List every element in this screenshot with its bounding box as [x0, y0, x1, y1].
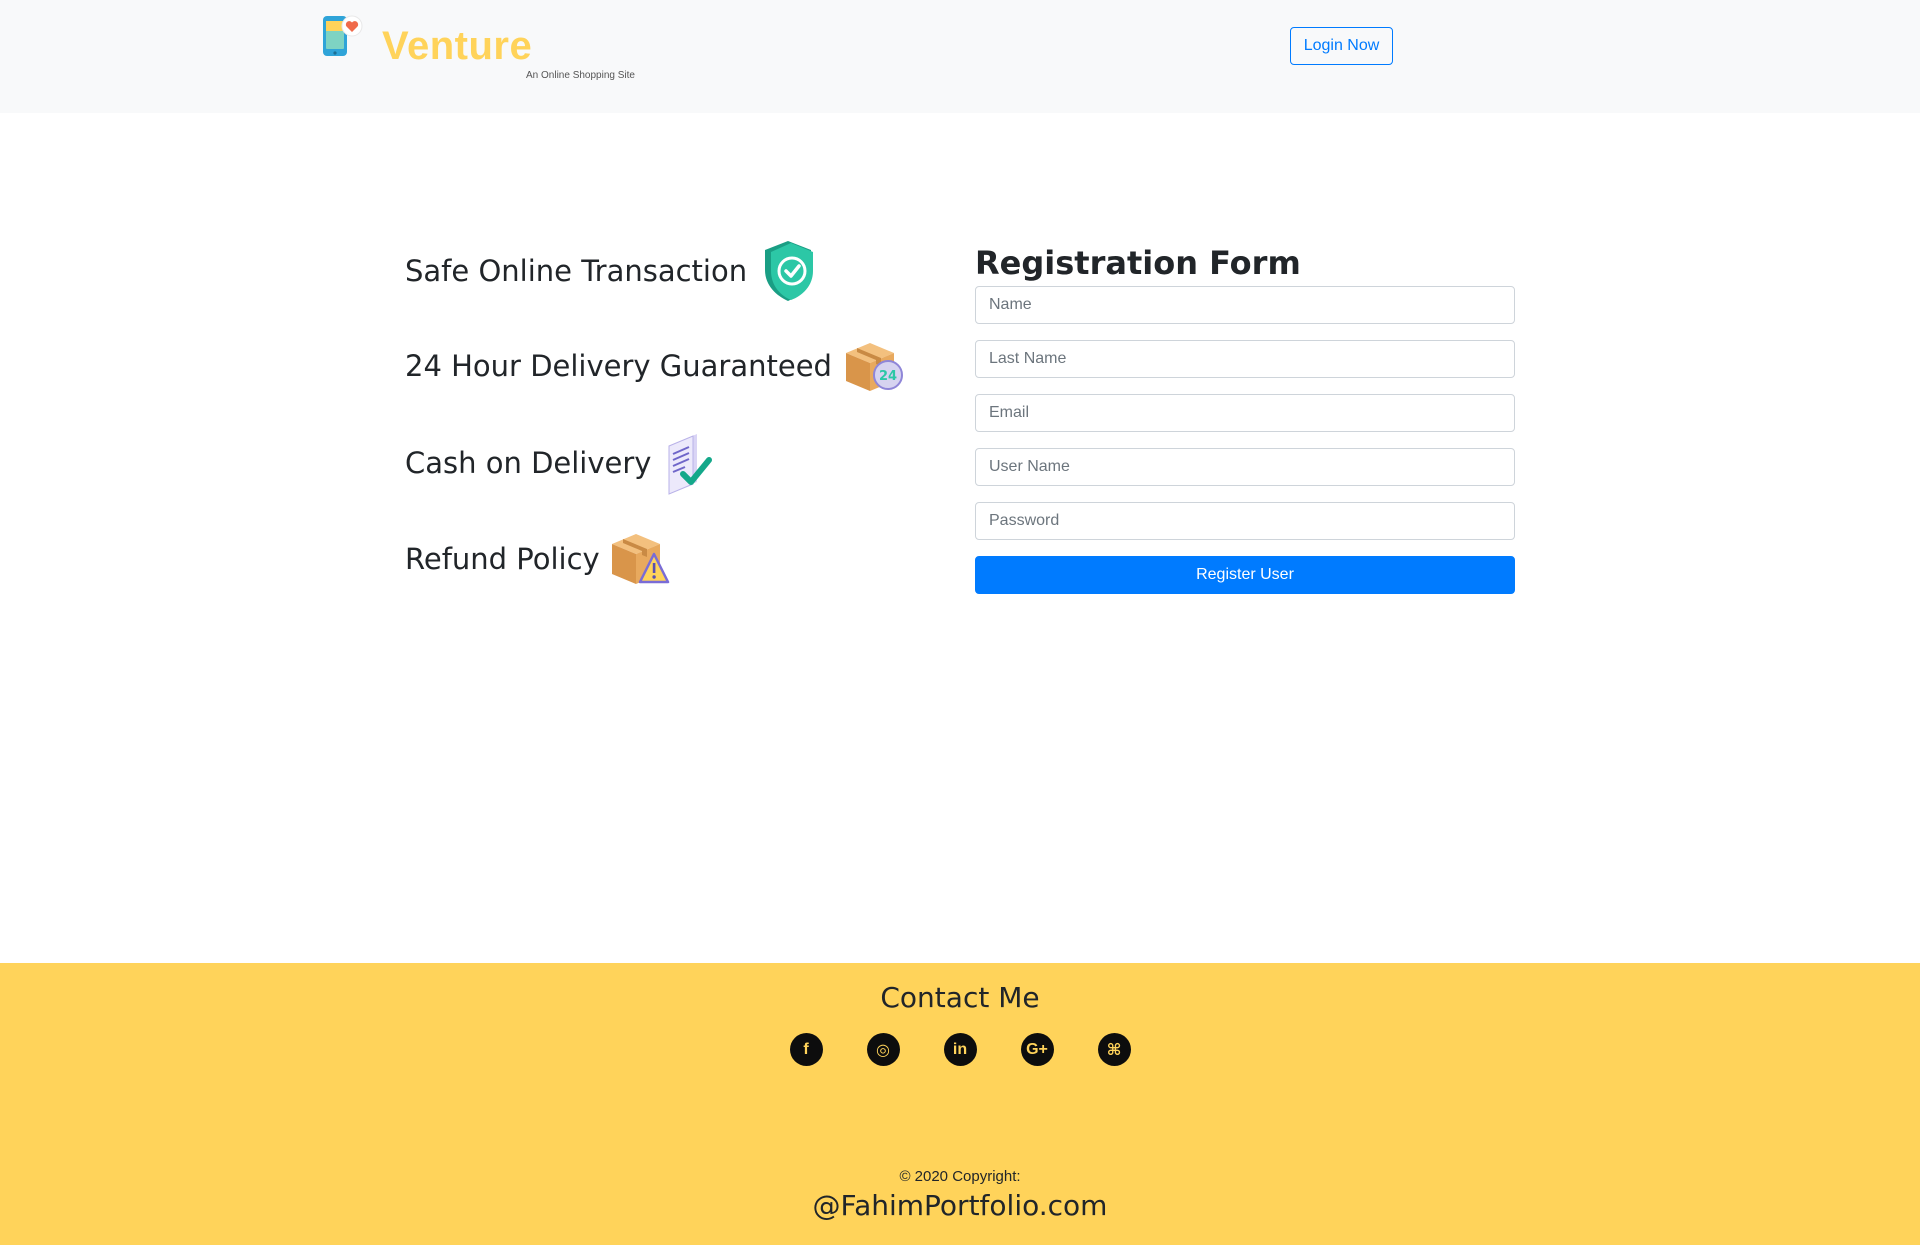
feature-safe-transaction: Safe Online Transaction [405, 238, 821, 304]
email-input[interactable] [975, 394, 1515, 432]
last-name-input[interactable] [975, 340, 1515, 378]
svg-text:24: 24 [879, 369, 897, 384]
password-input[interactable] [975, 502, 1515, 540]
linkedin-icon[interactable]: in [943, 1033, 977, 1066]
top-navbar: Venture An Online Shopping Site Login No… [0, 0, 1920, 113]
brand-tagline: An Online Shopping Site [526, 70, 635, 81]
name-input[interactable] [975, 286, 1515, 324]
feature-label: Safe Online Transaction [405, 254, 748, 288]
document-check-icon [668, 434, 713, 495]
login-button[interactable]: Login Now [1290, 27, 1393, 65]
brand-name: Venture [382, 24, 533, 68]
feature-label: 24 Hour Delivery Guaranteed [405, 349, 832, 383]
form-title: Registration Form [975, 244, 1301, 282]
github-icon[interactable]: ⌘ [1097, 1033, 1131, 1066]
copyright-text: © 2020 Copyright: [899, 1168, 1021, 1185]
feature-label: Refund Policy [405, 542, 600, 576]
facebook-icon[interactable]: f [789, 1033, 823, 1066]
feature-cash-on-delivery: Cash on Delivery [405, 430, 725, 496]
phone-heart-logo-icon [323, 15, 363, 56]
shield-check-icon [765, 241, 814, 301]
portfolio-link[interactable]: @FahimPortfolio.com [0, 1189, 1920, 1222]
box-warning-icon [611, 534, 669, 584]
feature-24h-delivery: 24 Hour Delivery Guaranteed 24 [405, 333, 906, 399]
instagram-icon[interactable]: ◎ [866, 1033, 900, 1066]
contact-title: Contact Me [880, 981, 1040, 1014]
username-input[interactable] [975, 448, 1515, 486]
feature-label: Cash on Delivery [405, 446, 652, 480]
social-links: f ◎ in G+ ⌘ [0, 1033, 1920, 1066]
registration-form: Registration Form Register User [975, 240, 1515, 594]
google-plus-icon[interactable]: G+ [1020, 1033, 1054, 1066]
register-user-button[interactable]: Register User [975, 556, 1515, 594]
footer: Contact Me f ◎ in G+ ⌘ © 2020 Copyright:… [0, 963, 1920, 1245]
feature-refund-policy: Refund Policy [405, 526, 674, 592]
box-24h-icon: 24 [845, 343, 903, 391]
brand[interactable]: Venture An Online Shopping Site [320, 10, 650, 90]
